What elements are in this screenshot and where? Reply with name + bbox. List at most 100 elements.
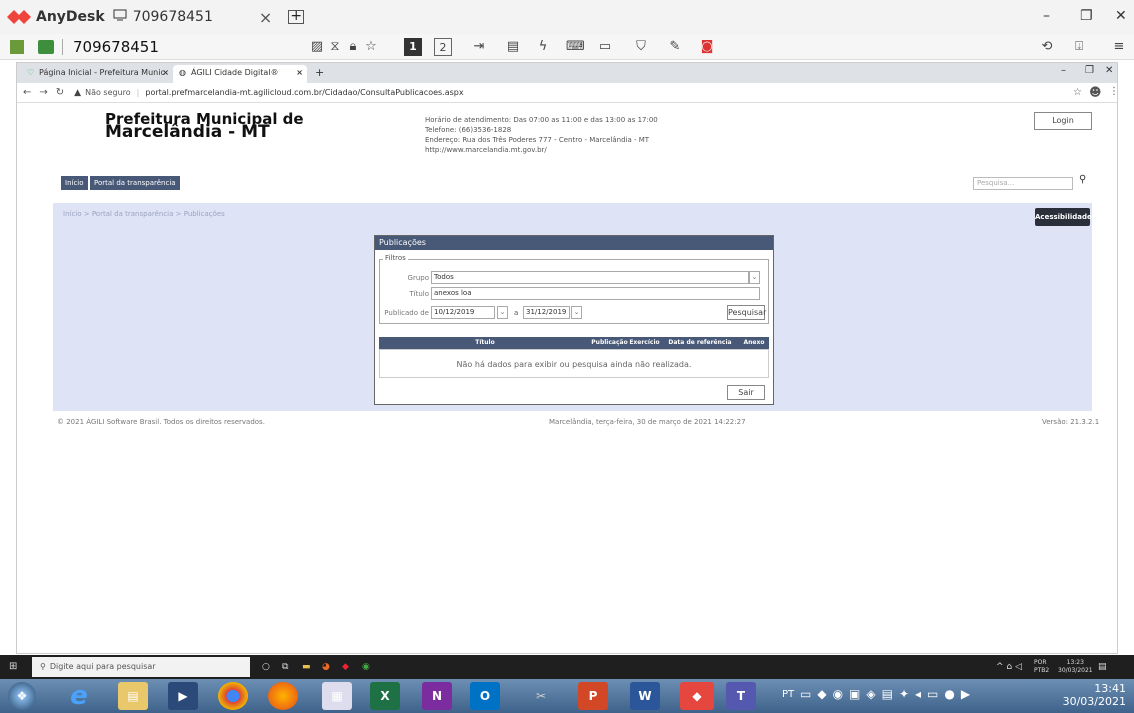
- local-language[interactable]: PT: [782, 689, 794, 700]
- profile-icon[interactable]: ☻: [1089, 85, 1102, 99]
- windows-explorer-icon[interactable]: ▤: [118, 682, 148, 710]
- remote-clock[interactable]: 13:23 30/03/2021: [1058, 659, 1093, 675]
- footer-copyright: © 2021 ÁGILI Software Brasil. Todos os d…: [57, 418, 265, 426]
- tray-icons[interactable]: ^ ⌂ ◁: [996, 659, 1022, 675]
- filters-legend: Filtros: [383, 254, 408, 262]
- close-window-icon[interactable]: ✕: [1105, 65, 1113, 76]
- keyboard-icon[interactable]: ⌨: [566, 38, 585, 56]
- history-icon[interactable]: ⟲: [1038, 38, 1056, 56]
- onenote-icon[interactable]: N: [422, 682, 452, 710]
- permissions-shield-icon[interactable]: ⛉: [632, 38, 650, 56]
- close-tab-icon[interactable]: ×: [296, 65, 303, 81]
- lock-icon[interactable]: 🔒︎: [344, 38, 362, 56]
- reload-icon[interactable]: ↻: [56, 87, 64, 98]
- title-input[interactable]: anexos loa: [431, 287, 760, 300]
- windows-orb-icon[interactable]: ❖: [8, 682, 36, 710]
- restore-icon[interactable]: ❐: [1080, 8, 1093, 24]
- nav-inicio[interactable]: Início: [61, 176, 88, 190]
- browser-tab[interactable]: ♡ Página Inicial - Prefeitura Munic ×: [21, 65, 173, 83]
- date-to-dropdown-icon[interactable]: ⌄: [571, 306, 582, 319]
- chrome-icon[interactable]: [218, 682, 248, 710]
- anydesk-taskbar-icon[interactable]: ◆: [342, 659, 349, 675]
- exit-button[interactable]: Sair: [727, 385, 765, 400]
- maximize-icon[interactable]: ❐: [1085, 65, 1094, 76]
- back-icon[interactable]: ←: [23, 87, 31, 98]
- powerpoint-icon[interactable]: P: [578, 682, 608, 710]
- firefox-icon[interactable]: [268, 682, 298, 710]
- warning-icon: ▲: [74, 87, 82, 98]
- chat-icon[interactable]: ▤: [504, 38, 522, 56]
- favorite-star-icon[interactable]: ☆: [362, 38, 380, 56]
- actions-lightning-icon[interactable]: ϟ: [534, 38, 552, 56]
- display-icon[interactable]: ▭: [596, 38, 614, 56]
- whiteboard-pen-icon[interactable]: ✎: [666, 38, 684, 56]
- new-session-icon[interactable]: +: [288, 9, 305, 24]
- forward-icon[interactable]: →: [39, 87, 47, 98]
- close-window-icon[interactable]: ✕: [1115, 8, 1127, 24]
- snipping-tool-icon[interactable]: ✂: [526, 682, 556, 710]
- new-tab-button[interactable]: +: [315, 66, 324, 79]
- date-to-input[interactable]: 31/12/2019: [523, 306, 570, 319]
- date-from-input[interactable]: 10/12/2019: [431, 306, 495, 319]
- system-tray-icons[interactable]: ▭◆◉▣◈▤✦◂▭●▶: [800, 687, 976, 701]
- windows-start-icon[interactable]: ⊞: [9, 659, 17, 675]
- menu-icon[interactable]: ≡: [1110, 38, 1128, 56]
- info-website[interactable]: http://www.marcelandia.mt.gov.br/: [425, 145, 658, 155]
- anydesk-taskbar-icon[interactable]: ◆: [680, 682, 714, 710]
- nav-portal-transparencia[interactable]: Portal da transparência: [90, 176, 180, 190]
- teams-icon[interactable]: T: [726, 682, 756, 710]
- close-tab-icon[interactable]: ×: [162, 65, 169, 81]
- remote-desktop[interactable]: ♡ Página Inicial - Prefeitura Munic × ◍ …: [16, 62, 1118, 654]
- cortana-icon[interactable]: ○: [262, 659, 270, 675]
- col-anexo[interactable]: Anexo: [739, 337, 769, 349]
- search-input[interactable]: Pesquisa...: [973, 177, 1073, 190]
- remote-status-icon: [38, 39, 54, 54]
- col-exercicio[interactable]: Exercício: [628, 337, 661, 349]
- browser-tab-active[interactable]: ◍ ÁGILI Cidade Digital® ×: [173, 65, 307, 83]
- media-player-icon[interactable]: ▶: [168, 682, 198, 710]
- clipboard-icon[interactable]: ▨: [308, 38, 326, 56]
- login-button[interactable]: Login: [1034, 112, 1092, 130]
- internet-explorer-icon[interactable]: e: [64, 682, 94, 710]
- minimize-icon[interactable]: –: [1043, 8, 1050, 24]
- outlook-icon[interactable]: O: [470, 682, 500, 710]
- monitor-1-button[interactable]: 1: [404, 38, 422, 56]
- word-icon[interactable]: W: [630, 682, 660, 710]
- browser-tab-label: ÁGILI Cidade Digital®: [191, 68, 279, 77]
- date-from-dropdown-icon[interactable]: ⌄: [497, 306, 508, 319]
- bookmark-star-icon[interactable]: ☆: [1073, 87, 1082, 98]
- accessibility-button[interactable]: Acessibilidade: [1035, 208, 1092, 226]
- chevron-down-icon[interactable]: ⌄: [749, 271, 760, 284]
- excel-icon[interactable]: X: [370, 682, 400, 710]
- record-icon[interactable]: ◙: [698, 38, 716, 56]
- col-publicacao[interactable]: Publicação: [591, 337, 628, 349]
- remote-language[interactable]: POR PTB2: [1034, 659, 1049, 675]
- contact-info: Horário de atendimento: Das 07:00 as 11:…: [425, 115, 658, 155]
- search-icon[interactable]: ⚲: [1079, 174, 1086, 185]
- browser-menu-icon[interactable]: ⋮: [1109, 86, 1117, 97]
- group-label: Grupo: [407, 274, 429, 282]
- col-titulo[interactable]: Título: [379, 337, 591, 349]
- monitor-2-button[interactable]: 2: [434, 38, 452, 56]
- file-transfer-icon[interactable]: ⍗: [1070, 38, 1088, 56]
- notifications-icon[interactable]: ▤: [1098, 659, 1107, 675]
- task-view-icon[interactable]: ⧉: [282, 659, 288, 675]
- search-button[interactable]: Pesquisar: [727, 305, 766, 320]
- col-data-referencia[interactable]: Data de referência: [661, 337, 739, 349]
- taskbar-search-input[interactable]: ⚲ Digite aqui para pesquisar: [32, 657, 250, 677]
- anydesk-session-tab[interactable]: 709678451 ×: [113, 8, 272, 27]
- local-taskbar: ❖ e ▤ ▶ ▦ X N O ✂ P W ◆ T PT ▭◆◉▣◈▤✦◂▭●▶…: [0, 679, 1134, 713]
- calculator-icon[interactable]: ▦: [322, 682, 352, 710]
- group-select[interactable]: Todos: [431, 271, 749, 284]
- url-field[interactable]: portal.prefmarcelandia-mt.agilicloud.com…: [145, 88, 463, 97]
- close-tab-icon[interactable]: ×: [259, 8, 272, 27]
- switch-sides-icon[interactable]: ⇥: [470, 38, 488, 56]
- firefox-icon[interactable]: ◕: [322, 659, 330, 675]
- minimize-icon[interactable]: –: [1061, 65, 1066, 76]
- anydesk-toolbar: 709678451 ▨ ⧖ 🔒︎ ☆ 1 2 ⇥ ▤ ϟ ⌨ ▭ ⛉ ✎ ◙ ⟲…: [0, 34, 1134, 60]
- hourglass-icon[interactable]: ⧖: [326, 38, 344, 56]
- local-clock[interactable]: 13:41 30/03/2021: [1063, 682, 1126, 708]
- not-secure-label: Não seguro: [85, 88, 131, 97]
- file-explorer-icon[interactable]: ▬: [302, 659, 311, 675]
- chrome-icon[interactable]: ◉: [362, 659, 370, 675]
